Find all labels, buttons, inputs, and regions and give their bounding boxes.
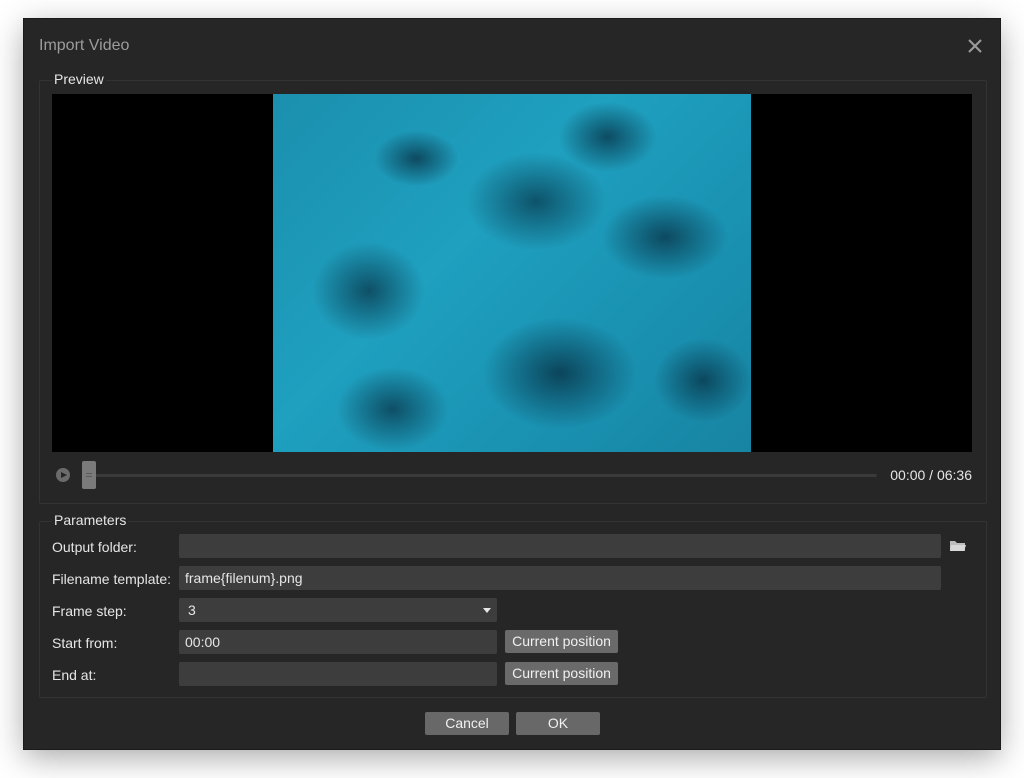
- close-button[interactable]: [964, 35, 986, 57]
- chevron-down-icon: [483, 608, 491, 613]
- parameters-group-label: Parameters: [52, 512, 129, 528]
- close-icon: [968, 39, 982, 53]
- play-button[interactable]: [56, 468, 70, 482]
- import-video-dialog: Import Video Preview 00:00 / 06:36 Param…: [24, 19, 1000, 749]
- browse-folder-button[interactable]: [949, 539, 967, 553]
- folder-icon: [950, 541, 966, 551]
- cancel-button[interactable]: Cancel: [425, 712, 509, 735]
- video-preview: [52, 94, 972, 452]
- end-at-label: End at:: [52, 667, 97, 683]
- end-at-input[interactable]: [179, 662, 497, 686]
- seek-handle[interactable]: [82, 461, 96, 489]
- end-current-position-button[interactable]: Current position: [505, 662, 618, 685]
- output-folder-input[interactable]: [179, 534, 941, 558]
- filename-template-input[interactable]: [179, 566, 941, 590]
- seek-track[interactable]: [92, 474, 877, 477]
- time-display: 00:00 / 06:36: [890, 467, 972, 483]
- start-from-label: Start from:: [52, 635, 118, 651]
- start-from-input[interactable]: [179, 630, 497, 654]
- start-current-position-button[interactable]: Current position: [505, 630, 618, 653]
- frame-step-value: 3: [188, 602, 196, 618]
- video-frame: [273, 94, 751, 452]
- output-folder-label: Output folder:: [52, 539, 137, 555]
- filename-template-label: Filename template:: [52, 571, 172, 587]
- dialog-title: Import Video: [39, 37, 130, 54]
- preview-group-label: Preview: [52, 71, 106, 87]
- ok-button[interactable]: OK: [516, 712, 600, 735]
- frame-step-label: Frame step:: [52, 603, 127, 619]
- seek-bar-row: 00:00 / 06:36: [52, 459, 972, 489]
- frame-step-select[interactable]: 3: [179, 598, 497, 622]
